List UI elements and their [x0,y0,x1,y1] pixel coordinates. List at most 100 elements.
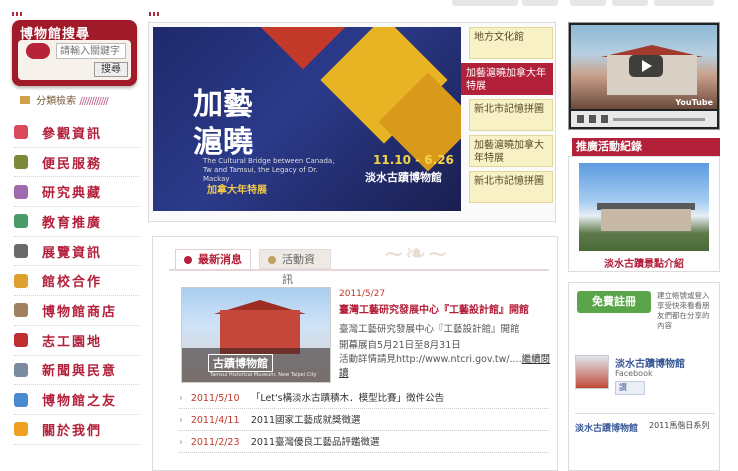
banner-image[interactable]: 加藝 滬曉 The Cultural Bridge between Canada… [153,27,461,211]
nav-item[interactable]: 研究典藏 [14,177,140,208]
stop-control-icon[interactable] [589,115,596,123]
featured-image-caption: 古蹟博物館 [208,354,273,372]
promo-header: 推廣活動紀錄 [572,138,720,156]
search-icon [26,43,50,59]
nav-item[interactable]: 博物館之友 [14,385,140,415]
tab-dot-icon [268,256,276,264]
facebook-page-name[interactable]: 淡水古蹟博物館 [615,355,685,370]
category-search-label: 分類檢索 [36,96,77,107]
featured-news-headline[interactable]: 臺灣工藝研究發展中心『工藝設計館』開館 [339,301,529,316]
chevron-right-icon: › [179,393,183,404]
nav-item[interactable]: 教育推廣 [14,207,140,237]
banner-title-line2: 滬曉 [193,125,253,160]
nav-item[interactable]: 展覽資訊 [14,237,140,267]
building-shape [601,209,691,231]
category-search-decor: //////////// [79,96,108,107]
top-tab-stub [654,0,714,6]
nav-item[interactable]: 志工園地 [14,326,140,356]
banner-dates: 11.10 - 6.26 [373,153,454,167]
news-item-date: 2011/4/11 [190,415,240,426]
video-controls [571,111,717,127]
nav-item-label: 新聞與民意 [42,364,118,380]
nav-item[interactable]: 博物館商店 [14,296,140,326]
nav-item[interactable]: 新聞與民意 [14,356,140,386]
tab-events[interactable]: 活動資訊 [259,249,331,286]
news-list-item[interactable]: › 2011/2/23 2011臺灣優良工藝品評鑑徵選 [179,433,549,453]
nav-item-label: 博物館之友 [42,394,118,410]
service-icon [14,155,28,170]
nav-item-label: 志工園地 [42,334,103,350]
featured-news-body: 開幕展自5月21日至8月31日 [339,340,461,351]
news-panel: ~❧~ 最新消息 活動資訊 古蹟博物館 Tamsui Historical Mu… [152,236,558,471]
chevron-right-icon: › [179,437,183,448]
news-item-date: 2011/2/23 [190,437,240,448]
facebook-note: 建立帳號或登入享受快來看看朋友們都在分享的內容 [657,291,710,330]
banner-tab[interactable]: 加藝滬曉加拿大年特展 [469,135,553,167]
category-search-link[interactable]: 分類檢索 //////////// [20,92,109,107]
banner-tabs: 地方文化館 加藝滬曉加拿大年特展 新北市記憶拼圖 加藝滬曉加拿大年特展 新北市記憶拼圖 [461,27,553,207]
banner-tab[interactable]: 新北市記憶拼圖 [469,171,553,203]
featured-news-body: 臺灣工藝研究發展中心『工藝設計館』開館 [339,324,520,335]
youtube-logo: YouTube [675,98,713,107]
top-tab-stub [612,0,648,6]
nav-item[interactable]: 關於我們 [14,415,140,445]
exhibition-icon [14,244,28,259]
divider [575,413,715,414]
nav-item[interactable]: 參觀資訊 [14,118,140,148]
signup-button[interactable]: 免費註冊 [577,291,651,313]
featured-news-body: 活動詳情請見http://www.ntcri.gov.tw/....繼續閱讀 [339,351,557,379]
promo-panel: 淡水古蹟景點介紹 [568,156,720,272]
partnership-icon [14,273,28,288]
promo-image[interactable] [579,163,709,251]
banner-tab[interactable]: 地方文化館 [469,27,553,59]
like-button[interactable]: 讚 [615,381,645,395]
info-icon [14,422,28,437]
nav-item[interactable]: 館校合作 [14,266,140,297]
featured-image-caption-en: Tamsui Historical Museum, New Taipei Cit… [210,372,317,378]
maple-leaf-shape [260,27,346,70]
nav-item-label: 展覽資訊 [42,245,103,261]
volume-control-icon[interactable] [601,115,608,123]
nav-item[interactable]: 便民服務 [14,148,140,178]
decor-dots [12,12,22,16]
visitor-icon [14,125,28,140]
news-item-title: 2011國家工藝成就獎徵選 [250,415,361,426]
volunteer-icon [14,333,28,348]
shop-icon [14,303,28,318]
search-button[interactable]: 搜尋 [94,62,128,77]
nav-item-label: 關於我們 [42,423,103,439]
featured-news-image[interactable]: 古蹟博物館 Tamsui Historical Museum, New Taip… [181,287,331,383]
play-button[interactable] [629,55,663,77]
facebook-widget: 免費註冊 建立帳號或登入享受快來看看朋友們都在分享的內容 淡水古蹟博物館 Fac… [568,282,720,471]
nav-item-label: 教育推廣 [42,215,103,231]
video-progress-track[interactable] [613,118,705,121]
collection-icon [14,184,28,199]
decor-dots [149,12,159,16]
news-item-title: 2011臺灣優良工藝品評鑑徵選 [250,437,380,448]
facebook-post-author[interactable]: 淡水古蹟博物館 [575,421,638,434]
chevron-right-icon: › [179,415,183,426]
banner-special-label: 加拿大年特展 [207,185,267,196]
video-thumbnail[interactable]: YouTube [571,25,717,109]
play-control-icon[interactable] [577,115,584,123]
play-icon [642,60,652,72]
video-player[interactable]: YouTube [568,22,720,130]
news-icon [14,362,28,377]
nav-item-label: 便民服務 [42,156,103,172]
nav-item-label: 參觀資訊 [42,126,103,142]
tab-latest-news[interactable]: 最新消息 [175,249,251,269]
featured-news-link-text: 活動詳情請見http://www.ntcri.gov.tw/.... [339,354,522,365]
banner-tab[interactable]: 加藝滬曉加拿大年特展 [461,63,553,95]
search-input[interactable] [56,43,126,59]
avatar[interactable] [575,355,609,389]
news-list-item[interactable]: › 2011/5/10 「Let's構淡水古蹟積木．模型比賽」徵件公告 [179,389,549,409]
divider [169,269,549,271]
news-list-item[interactable]: › 2011/4/11 2011國家工藝成就獎徵選 [179,411,549,431]
top-tab-stub [452,0,518,6]
friends-icon [14,392,28,407]
education-icon [14,214,28,229]
facebook-post-text: 2011馬偕日系列 [649,421,710,430]
top-tab-stub [570,0,606,6]
promo-caption[interactable]: 淡水古蹟景點介紹 [569,255,719,270]
banner-tab[interactable]: 新北市記憶拼圖 [469,99,553,131]
